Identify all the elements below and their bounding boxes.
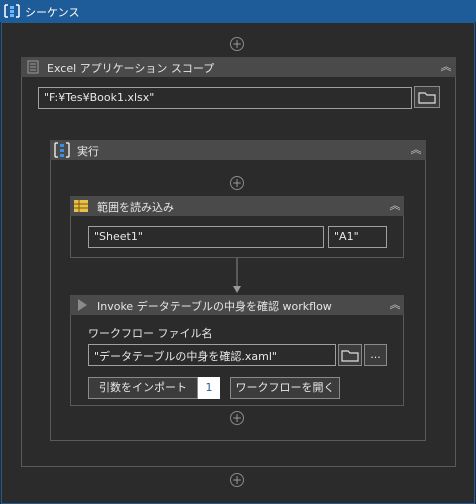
workflow-file-field[interactable]: "データテーブルの中身を確認.xaml" <box>88 344 336 366</box>
execute-title: 実行 <box>77 145 99 158</box>
excel-scope-collapse-icon[interactable]: ︽ <box>439 60 453 74</box>
add-activity-plus-icon[interactable]: + <box>230 176 244 190</box>
more-options-button[interactable]: ... <box>364 344 387 366</box>
read-range-title: 範囲を読み込み <box>97 201 174 214</box>
add-activity-plus-icon[interactable]: + <box>230 473 244 487</box>
sequence-icon <box>4 4 20 18</box>
connector-arrow <box>233 258 241 293</box>
add-activity-plus-icon[interactable]: + <box>230 411 244 425</box>
read-range-collapse-icon[interactable]: ︽ <box>388 199 402 213</box>
execute-header[interactable] <box>50 140 426 160</box>
sequence-title: シーケンス <box>25 6 80 19</box>
workflow-file-label: ワークフロー ファイル名 <box>88 327 213 340</box>
folder-icon <box>418 92 436 104</box>
argument-count-badge: 1 <box>198 377 220 399</box>
browse-file-button[interactable] <box>338 344 362 366</box>
excel-scope-title: Excel アプリケーション スコープ <box>47 62 215 75</box>
execute-sequence-icon <box>54 142 70 158</box>
invoke-title: Invoke データテーブルの中身を確認 workflow <box>97 300 332 313</box>
range-field[interactable]: "A1" <box>328 226 387 248</box>
invoke-play-icon <box>78 299 87 311</box>
read-range-icon <box>74 200 88 212</box>
invoke-collapse-icon[interactable]: ︽ <box>388 298 402 312</box>
sequence-title-bar[interactable]: シーケンス <box>0 0 476 22</box>
add-activity-plus-icon[interactable]: + <box>230 37 244 51</box>
browse-folder-button[interactable] <box>414 86 440 108</box>
folder-icon <box>341 350 359 362</box>
sheet-name-field[interactable]: "Sheet1" <box>88 226 324 248</box>
excel-scope-icon <box>27 60 39 74</box>
open-workflow-button[interactable]: ワークフローを開く <box>230 377 340 399</box>
import-arguments-button[interactable]: 引数をインポート <box>88 377 198 399</box>
execute-collapse-icon[interactable]: ︽ <box>409 143 423 157</box>
excel-path-field[interactable]: "F:¥Tes¥Book1.xlsx" <box>38 87 412 109</box>
